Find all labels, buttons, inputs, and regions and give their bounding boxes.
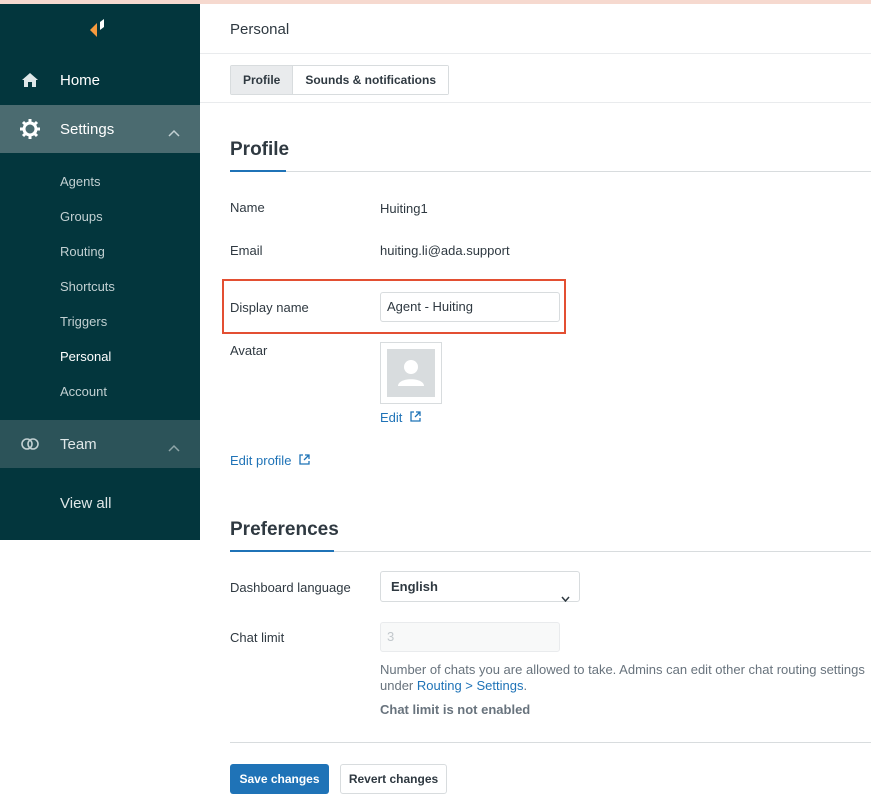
home-icon <box>20 70 40 90</box>
tab-profile[interactable]: Profile <box>231 66 294 94</box>
sidebar-blank-area <box>0 540 200 803</box>
edit-profile-label: Edit profile <box>230 453 292 469</box>
edit-profile-link[interactable]: Edit profile <box>230 452 310 470</box>
header-divider <box>200 53 871 54</box>
profile-section-title: Profile <box>230 139 290 160</box>
dashboard-language-label: Dashboard language <box>230 580 351 595</box>
sidebar-item-shortcuts[interactable]: Shortcuts <box>60 279 115 294</box>
chat-limit-field: 3 <box>380 622 560 652</box>
sidebar-item-view-all[interactable]: View all <box>60 495 111 512</box>
dashboard-language-value: English <box>391 579 438 594</box>
chevron-up-icon[interactable] <box>168 439 180 456</box>
external-link-icon <box>410 409 421 427</box>
sidebar-item-routing[interactable]: Routing <box>60 244 105 259</box>
external-link-icon <box>299 452 310 470</box>
save-changes-button[interactable]: Save changes <box>230 764 329 794</box>
nav-team-label: Team <box>60 435 97 453</box>
main-content: Personal Profile Sounds & notifications … <box>200 4 871 803</box>
email-label: Email <box>230 243 263 258</box>
nav-team[interactable]: Team <box>0 420 200 468</box>
page-title: Personal <box>230 21 290 38</box>
avatar-placeholder-icon <box>387 349 435 397</box>
team-icon <box>20 434 40 454</box>
preferences-section-title: Preferences <box>230 519 339 540</box>
chevron-down-icon <box>561 583 570 612</box>
routing-settings-link[interactable]: Routing > Settings <box>417 678 524 693</box>
chat-limit-hint: Number of chats you are allowed to take.… <box>380 662 870 694</box>
sidebar-item-agents[interactable]: Agents <box>60 174 100 189</box>
profile-section-rule <box>230 171 871 172</box>
actions-divider <box>230 742 871 743</box>
logo-icon[interactable] <box>88 18 112 42</box>
tab-bar: Profile Sounds & notifications <box>230 65 450 95</box>
sidebar-item-groups[interactable]: Groups <box>60 209 103 224</box>
display-name-field[interactable]: Agent - Huiting <box>380 292 560 322</box>
name-label: Name <box>230 200 265 215</box>
avatar-edit-link[interactable]: Edit <box>380 409 421 427</box>
revert-changes-button[interactable]: Revert changes <box>340 764 447 794</box>
tabs-divider <box>200 102 871 103</box>
dashboard-language-select[interactable]: English <box>380 571 580 603</box>
display-name-label: Display name <box>230 300 309 315</box>
email-value: huiting.li@ada.support <box>380 243 510 258</box>
chat-limit-status: Chat limit is not enabled <box>380 702 531 717</box>
preferences-section-underline <box>230 550 334 552</box>
gear-icon <box>20 119 40 139</box>
chevron-up-icon[interactable] <box>168 124 180 141</box>
nav-home-label: Home <box>60 71 101 89</box>
sidebar-item-personal[interactable]: Personal <box>60 349 111 364</box>
nav-home[interactable]: Home <box>0 59 200 101</box>
profile-section-underline <box>230 170 286 172</box>
nav-settings[interactable]: Settings <box>0 105 200 153</box>
sidebar-item-triggers[interactable]: Triggers <box>60 314 107 329</box>
sidebar-item-account[interactable]: Account <box>60 384 107 399</box>
tab-sounds-notifications[interactable]: Sounds & notifications <box>293 66 449 94</box>
chat-limit-label: Chat limit <box>230 630 285 645</box>
hint-period: . <box>523 678 528 693</box>
avatar-edit-label: Edit <box>380 410 403 426</box>
name-value: Huiting1 <box>380 201 428 216</box>
avatar-label: Avatar <box>230 343 268 358</box>
avatar[interactable] <box>380 342 442 404</box>
nav-settings-label: Settings <box>60 120 115 138</box>
sidebar: Home Settings Agents Groups Routing Shor… <box>0 4 200 803</box>
